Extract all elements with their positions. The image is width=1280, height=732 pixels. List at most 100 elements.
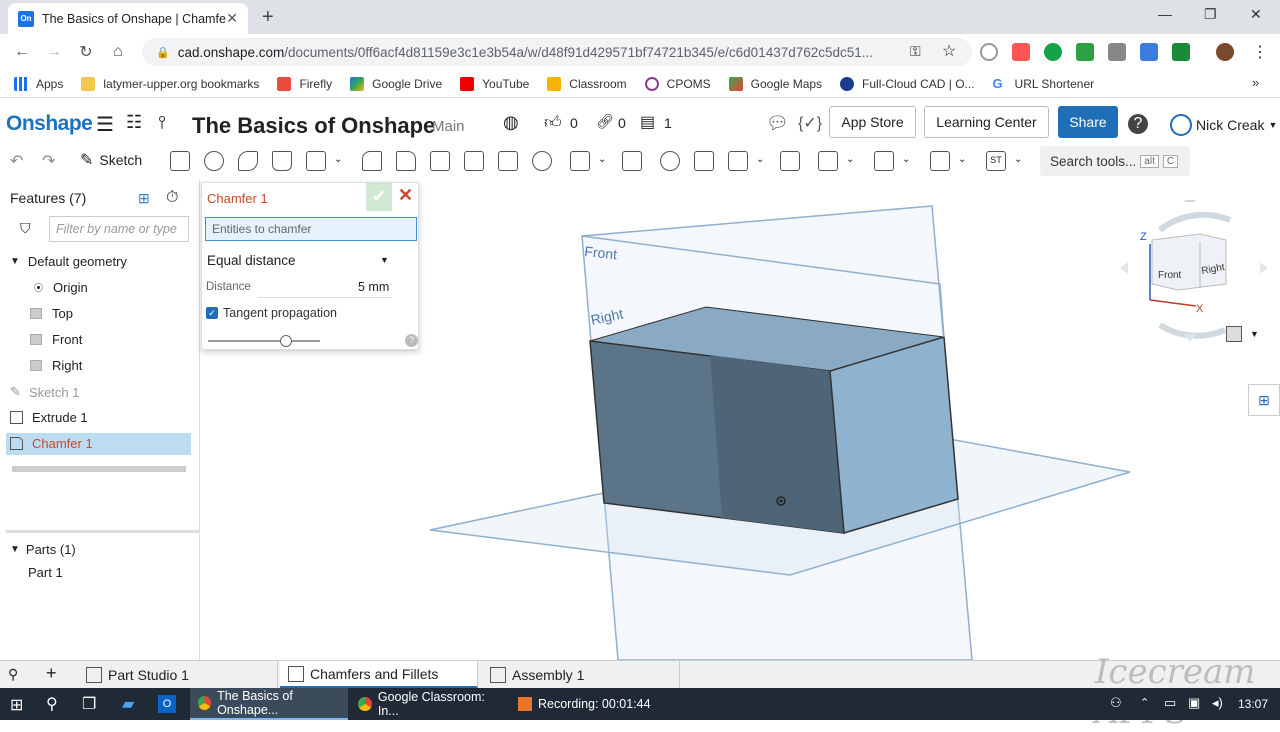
share-button[interactable]: Share [1058, 106, 1118, 138]
back-icon[interactable]: ← [6, 43, 38, 61]
mirror-icon[interactable] [622, 151, 642, 171]
hamburger-menu-icon[interactable]: ☰ [96, 112, 114, 137]
app-store-button[interactable]: App Store [829, 106, 916, 138]
chamfer-type-select[interactable]: Equal distance [207, 253, 296, 268]
cube-body[interactable] [1151, 233, 1227, 291]
people-icon[interactable]: ⚇ [1110, 695, 1122, 711]
timer-icon[interactable]: ⏱︎ [166, 189, 178, 207]
chamfer-icon[interactable] [396, 151, 416, 171]
insert-icon[interactable]: ⫯ [158, 112, 166, 133]
panel-divider[interactable] [6, 530, 200, 533]
minimize-icon[interactable]: — [1158, 6, 1172, 22]
extension-icon[interactable] [1012, 43, 1030, 61]
network-icon[interactable]: ▣ [1188, 695, 1200, 711]
user-menu[interactable]: Nick Creak ▼ [1170, 114, 1277, 136]
browser-tab[interactable]: On The Basics of Onshape | Chamfer ✕ [8, 3, 248, 34]
tangent-propagation-checkbox[interactable]: ✓ Tangent propagation [206, 306, 337, 320]
taskbar-app-chrome-onshape[interactable]: The Basics of Onshape... [190, 688, 348, 720]
tab-chamfers-and-fillets[interactable]: Chamfers and Fillets [280, 661, 478, 689]
bookmark-apps[interactable]: Apps [14, 76, 63, 91]
more-bookmarks-icon[interactable]: » [1252, 75, 1259, 90]
chevron-down-icon[interactable]: ⌄ [598, 154, 606, 165]
bookmark-cpoms[interactable]: CPOMS [644, 76, 711, 91]
plane-icon[interactable] [818, 151, 838, 171]
draft-icon[interactable] [430, 151, 450, 171]
add-tab-icon[interactable]: + [46, 663, 57, 684]
like-icon[interactable]: 👍︎ [544, 112, 562, 133]
versions-icon[interactable]: ▤ [640, 112, 655, 132]
thicken-icon[interactable] [306, 151, 326, 171]
forward-icon[interactable]: → [38, 43, 70, 61]
cancel-icon[interactable]: ✕ [398, 185, 413, 206]
bookmark-folder[interactable]: latymer-upper.org bookmarks [81, 76, 259, 91]
taskbar-app-recorder[interactable]: Recording: 00:01:44 [510, 688, 660, 720]
distance-input[interactable]: 5 mm [358, 280, 389, 294]
extrude-icon[interactable] [170, 151, 190, 171]
search-icon[interactable]: ⚲ [46, 694, 58, 714]
bookmark-firefly[interactable]: Firefly [277, 76, 332, 91]
chevron-down-icon[interactable]: ⌄ [846, 154, 854, 165]
left-arrow-icon[interactable] [1120, 262, 1128, 274]
shell-icon[interactable] [498, 151, 518, 171]
outlook-icon[interactable]: O [158, 695, 176, 713]
accept-button[interactable]: ✔ [366, 183, 392, 211]
right-arrow-icon[interactable] [1260, 262, 1268, 274]
up-arrow-icon[interactable] [1184, 200, 1196, 202]
grammarly-icon[interactable] [1044, 43, 1062, 61]
st-icon[interactable]: ST [986, 151, 1006, 171]
profile-avatar[interactable] [1216, 43, 1234, 61]
tab-assembly-1[interactable]: Assembly 1 [482, 661, 680, 689]
extension-icon[interactable] [980, 43, 998, 61]
taskbar-app-chrome-classroom[interactable]: Google Classroom: In... [350, 688, 508, 720]
new-tab-icon[interactable]: + [262, 6, 274, 29]
add-folder-icon[interactable]: ⊞ [138, 190, 150, 207]
slider-handle[interactable] [280, 335, 292, 347]
key-icon[interactable]: ⚿ [910, 43, 921, 60]
bookmark-youtube[interactable]: YouTube [460, 76, 529, 91]
windows-start-icon[interactable]: ⊞ [10, 695, 23, 715]
sheet-metal-icon[interactable] [930, 151, 950, 171]
view-cube[interactable]: Front Right Z X [1120, 200, 1270, 350]
clock[interactable]: 13:07 [1238, 697, 1268, 711]
home-icon[interactable]: ⌂ [102, 43, 134, 61]
extension-icon[interactable] [1108, 43, 1126, 61]
rotate-arrow-icon[interactable] [1158, 211, 1232, 233]
extension-icon[interactable] [1076, 43, 1094, 61]
reload-icon[interactable]: ↻ [70, 42, 102, 62]
loft-icon[interactable] [272, 151, 292, 171]
filter-input[interactable]: Filter by name or type [49, 216, 189, 242]
tab-part-studio-1[interactable]: Part Studio 1 [78, 661, 278, 689]
chevron-down-icon[interactable]: ▼ [380, 255, 389, 265]
transform-icon[interactable] [728, 151, 748, 171]
help-icon[interactable]: ? [405, 334, 418, 347]
chrome-menu-icon[interactable]: ⋮ [1252, 42, 1268, 62]
bookmark-classroom[interactable]: Classroom [547, 76, 627, 91]
chevron-down-icon[interactable]: ⌄ [1014, 154, 1022, 165]
pattern-icon[interactable] [570, 151, 590, 171]
close-tab-icon[interactable]: ✕ [226, 10, 238, 27]
sweep-icon[interactable] [238, 151, 258, 171]
url-field[interactable]: 🔒 cad.onshape.com/documents/0ff6acf4d811… [142, 38, 972, 66]
onshape-logo[interactable]: Onshape [6, 112, 93, 136]
redo-icon[interactable]: ↷ [42, 151, 55, 171]
chevron-down-icon[interactable]: ⌄ [958, 154, 966, 165]
document-title[interactable]: The Basics of Onshape [192, 113, 435, 139]
volume-icon[interactable]: ◂) [1212, 695, 1223, 711]
tray-chevron-icon[interactable]: ⌃ [1140, 696, 1149, 709]
feature-top-plane[interactable]: Top [30, 306, 73, 321]
slider-track[interactable] [208, 340, 320, 342]
feature-extrude1[interactable]: Extrude 1 [10, 410, 88, 425]
sketch-button[interactable]: ✎ Sketch [80, 150, 142, 170]
split-icon[interactable] [694, 151, 714, 171]
app-icon[interactable]: ▰ [122, 694, 134, 714]
close-window-icon[interactable]: ✕ [1250, 6, 1262, 23]
feature-list-icon[interactable]: ☷ [126, 112, 142, 133]
restore-icon[interactable]: ❐ [1204, 6, 1217, 23]
cube-front-label[interactable]: Front [1158, 270, 1182, 281]
rib-icon[interactable] [464, 151, 484, 171]
help-icon[interactable]: ? [1128, 114, 1148, 134]
boolean-icon[interactable] [660, 151, 680, 171]
fillet-icon[interactable] [362, 151, 382, 171]
feature-right-plane[interactable]: Right [30, 358, 82, 373]
entities-selection-field[interactable]: Entities to chamfer [205, 217, 417, 241]
